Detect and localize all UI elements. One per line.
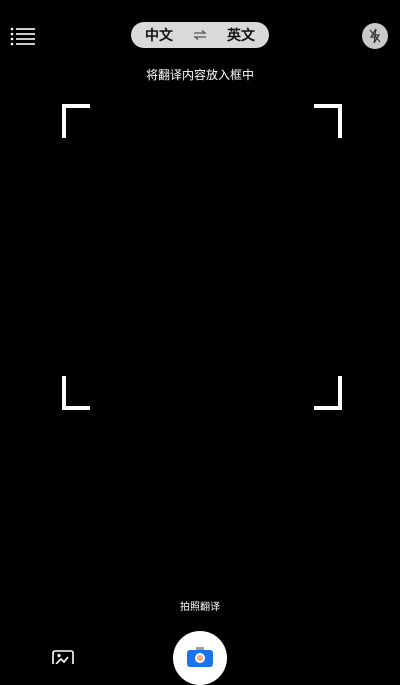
list-menu-icon xyxy=(10,27,35,46)
source-language-button[interactable]: 中文 xyxy=(145,25,173,45)
viewfinder-corner-bottom-left xyxy=(62,376,90,410)
viewfinder-corner-top-right xyxy=(314,104,342,138)
swap-arrows-icon[interactable] xyxy=(192,29,208,41)
viewfinder-corner-bottom-right xyxy=(314,376,342,410)
shutter-button[interactable] xyxy=(173,631,227,685)
language-selector: 中文 英文 xyxy=(131,22,269,48)
viewfinder-corner-top-left xyxy=(62,104,90,138)
flash-off-icon xyxy=(369,28,381,44)
frame-hint-text: 将翻译内容放入框中 xyxy=(145,68,254,82)
menu-button[interactable] xyxy=(10,26,36,46)
image-gallery-icon xyxy=(52,650,74,670)
camera-shutter-icon xyxy=(187,647,213,667)
photo-translate-mode-label[interactable]: 拍照翻译 xyxy=(0,598,400,613)
flash-toggle-button[interactable] xyxy=(362,23,388,49)
target-language-button[interactable]: 英文 xyxy=(227,25,255,45)
